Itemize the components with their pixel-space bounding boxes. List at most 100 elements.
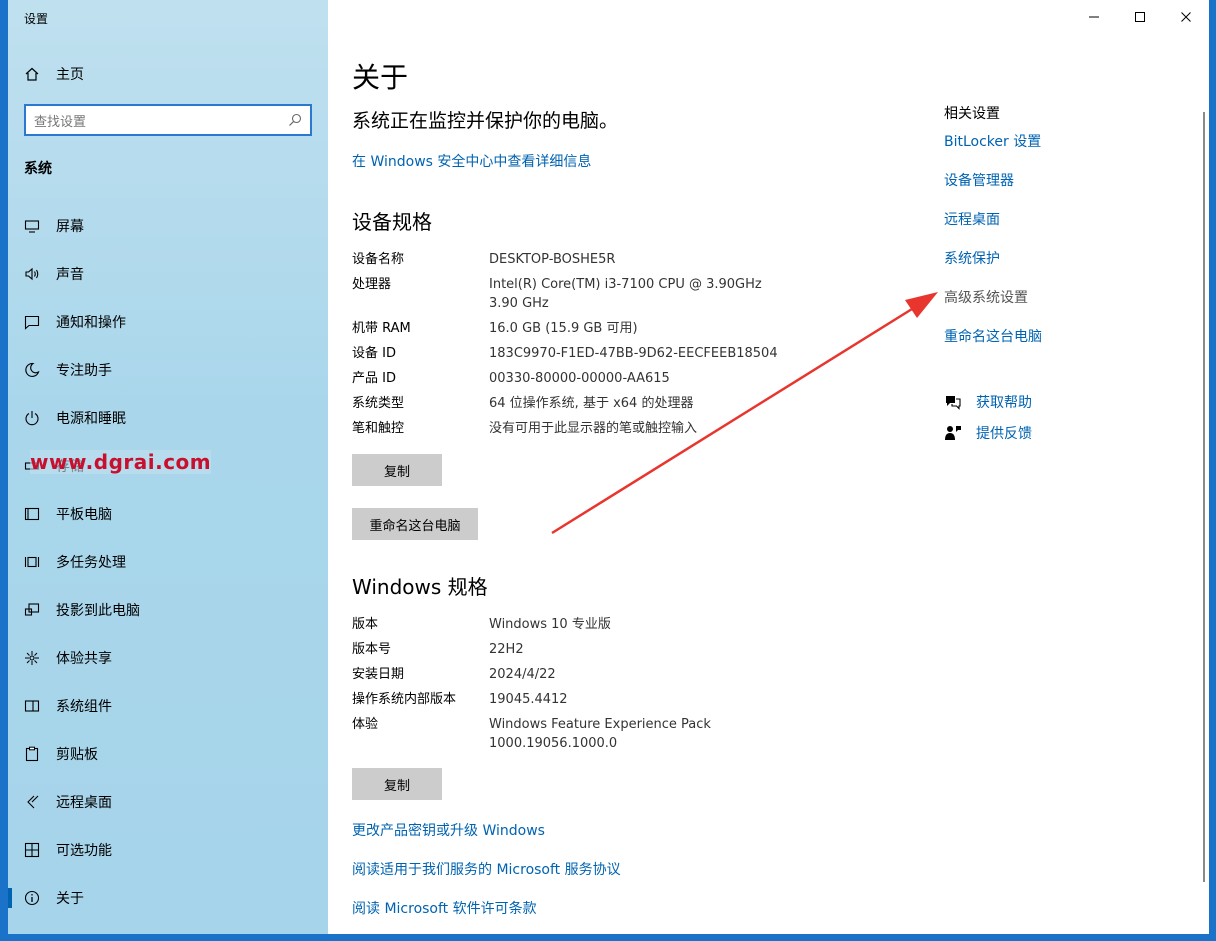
sidebar-item-clipboard[interactable]: 剪贴板 xyxy=(8,730,328,778)
multitask-icon xyxy=(24,554,40,570)
section-system: 系统 xyxy=(24,161,52,177)
spec-row: 设备名称 DESKTOP-BOSHE5R xyxy=(352,250,832,269)
sidebar-item-system-components[interactable]: 系统组件 xyxy=(8,682,328,730)
spec-row: 体验 Windows Feature Experience Pack 1000.1… xyxy=(352,715,832,753)
clipboard-icon xyxy=(24,746,40,762)
spec-key: 系统类型 xyxy=(352,396,405,411)
windows-specs-table: 版本 Windows 10 专业版 版本号 22H2 安装日期 2024/4/22 操… xyxy=(352,615,832,759)
sidebar-item-label: 多任务处理 xyxy=(56,555,126,571)
close-icon xyxy=(1180,8,1192,27)
sidebar-item-notifications[interactable]: 通知和操作 xyxy=(8,298,328,346)
sidebar-item-focus-assist[interactable]: 专注助手 xyxy=(8,346,328,394)
spec-value: Windows 10 专业版 xyxy=(489,617,611,632)
close-button[interactable] xyxy=(1163,0,1209,34)
search-placeholder: 查找设置 xyxy=(34,114,87,130)
search-icon xyxy=(288,113,302,127)
sidebar-item-sound[interactable]: 声音 xyxy=(8,250,328,298)
windows-specs-heading: Windows 规格 xyxy=(352,575,488,599)
spec-row: 机带 RAM 16.0 GB (15.9 GB 可用) xyxy=(352,319,832,338)
sidebar-item-label: 声音 xyxy=(56,267,84,283)
get-help-link[interactable]: 获取帮助 xyxy=(944,392,1032,412)
change-product-key-link[interactable]: 更改产品密钥或升级 Windows xyxy=(352,820,545,840)
sidebar-item-power[interactable]: 电源和睡眠 xyxy=(8,394,328,442)
rename-pc-button[interactable]: 重命名这台电脑 xyxy=(352,508,478,540)
feedback-link[interactable]: 提供反馈 xyxy=(944,423,1032,443)
protection-status: 系统正在监控并保护你的电脑。 xyxy=(352,110,619,132)
sidebar-item-label: 通知和操作 xyxy=(56,315,126,331)
sidebar-item-shared-experiences[interactable]: 体验共享 xyxy=(8,634,328,682)
caption-buttons xyxy=(1071,0,1209,34)
copy-device-specs-button[interactable]: 复制 xyxy=(352,454,442,486)
search-input[interactable]: 查找设置 xyxy=(24,104,312,136)
nav-home-label: 主页 xyxy=(56,67,84,83)
monitor-icon xyxy=(24,218,40,234)
speaker-icon xyxy=(24,266,40,282)
minimize-button[interactable] xyxy=(1071,0,1117,34)
service-agreement-link[interactable]: 阅读适用于我们服务的 Microsoft 服务协议 xyxy=(352,859,621,879)
notification-icon xyxy=(24,314,40,330)
device-specs-table: 设备名称 DESKTOP-BOSHE5R 处理器 Intel(R) Core(TM)… xyxy=(352,250,832,444)
remote-desktop-link[interactable]: 远程桌面 xyxy=(944,209,1000,229)
app-title: 设置 xyxy=(24,12,49,26)
spec-value: 183C9970-F1ED-47BB-9D62-EECFEEB18504 xyxy=(489,346,778,361)
nav-home[interactable]: 主页 xyxy=(24,60,84,88)
spec-key: 体验 xyxy=(352,717,379,732)
spec-row: 产品 ID 00330-80000-00000-AA615 xyxy=(352,369,832,388)
moon-icon xyxy=(24,362,40,378)
spec-key: 处理器 xyxy=(352,277,392,292)
maximize-button[interactable] xyxy=(1117,0,1163,34)
sidebar-item-label: 平板电脑 xyxy=(56,507,112,523)
sidebar-item-project[interactable]: 投影到此电脑 xyxy=(8,586,328,634)
related-settings-title: 相关设置 xyxy=(944,106,1000,122)
spec-row: 笔和触控 没有可用于此显示器的笔或触控输入 xyxy=(352,419,832,438)
scrollbar[interactable] xyxy=(1203,112,1205,882)
advanced-system-settings-link[interactable]: 高级系统设置 xyxy=(944,287,1028,307)
sidebar-item-label: 系统组件 xyxy=(56,699,112,715)
sidebar-item-about[interactable]: 关于 xyxy=(8,874,328,922)
watermark: www.dgrai.com xyxy=(30,450,212,474)
spec-key: 版本 xyxy=(352,617,379,632)
system-protection-link[interactable]: 系统保护 xyxy=(944,248,1000,268)
spec-row: 设备 ID 183C9970-F1ED-47BB-9D62-EECFEEB1850… xyxy=(352,344,832,363)
spec-key: 操作系统内部版本 xyxy=(352,692,457,707)
device-manager-link[interactable]: 设备管理器 xyxy=(944,170,1014,190)
sidebar-item-label: 屏幕 xyxy=(56,219,84,235)
sidebar-item-remote-desktop[interactable]: 远程桌面 xyxy=(8,778,328,826)
feedback-label: 提供反馈 xyxy=(976,426,1032,442)
spec-key: 安装日期 xyxy=(352,667,405,682)
help-chat-icon xyxy=(944,393,962,411)
sidebar-item-display[interactable]: 屏幕 xyxy=(8,202,328,250)
copy-windows-specs-button[interactable]: 复制 xyxy=(352,768,442,800)
spec-row: 安装日期 2024/4/22 xyxy=(352,665,832,684)
sidebar-item-label: 可选功能 xyxy=(56,843,112,859)
license-terms-link[interactable]: 阅读 Microsoft 软件许可条款 xyxy=(352,898,537,918)
sidebar-item-label: 关于 xyxy=(56,891,84,907)
maximize-icon xyxy=(1134,8,1146,27)
sidebar-item-tablet[interactable]: 平板电脑 xyxy=(8,490,328,538)
spec-value: Intel(R) Core(TM) i3-7100 CPU @ 3.90GHz … xyxy=(489,277,762,311)
project-icon xyxy=(24,602,40,618)
share-icon xyxy=(24,650,40,666)
spec-key: 版本号 xyxy=(352,642,392,657)
feedback-icon xyxy=(944,424,962,442)
rename-pc-link[interactable]: 重命名这台电脑 xyxy=(944,326,1042,346)
sidebar-item-label: 体验共享 xyxy=(56,651,112,667)
sidebar-item-optional-features[interactable]: 可选功能 xyxy=(8,826,328,874)
spec-value: 没有可用于此显示器的笔或触控输入 xyxy=(489,421,698,436)
spec-row: 操作系统内部版本 19045.4412 xyxy=(352,690,832,709)
sidebar: 设置 主页 查找设置 系统 屏幕 声音 通知和操作 专注助手 电源和睡眠 平板电… xyxy=(8,0,328,934)
spec-value: 64 位操作系统, 基于 x64 的处理器 xyxy=(489,396,694,411)
info-icon xyxy=(24,890,40,906)
spec-value: Windows Feature Experience Pack 1000.190… xyxy=(489,717,711,751)
sidebar-item-multitasking[interactable]: 多任务处理 xyxy=(8,538,328,586)
minimize-icon xyxy=(1088,8,1100,27)
device-specs-heading: 设备规格 xyxy=(352,210,432,234)
remote-icon xyxy=(24,794,40,810)
spec-key: 机带 RAM xyxy=(352,321,411,336)
spec-value: 00330-80000-00000-AA615 xyxy=(489,371,670,386)
home-icon xyxy=(24,66,40,82)
security-center-link[interactable]: 在 Windows 安全中心中查看详细信息 xyxy=(352,151,591,171)
spec-row: 系统类型 64 位操作系统, 基于 x64 的处理器 xyxy=(352,394,832,413)
bitlocker-link[interactable]: BitLocker 设置 xyxy=(944,131,1041,151)
get-help-label: 获取帮助 xyxy=(976,395,1032,411)
